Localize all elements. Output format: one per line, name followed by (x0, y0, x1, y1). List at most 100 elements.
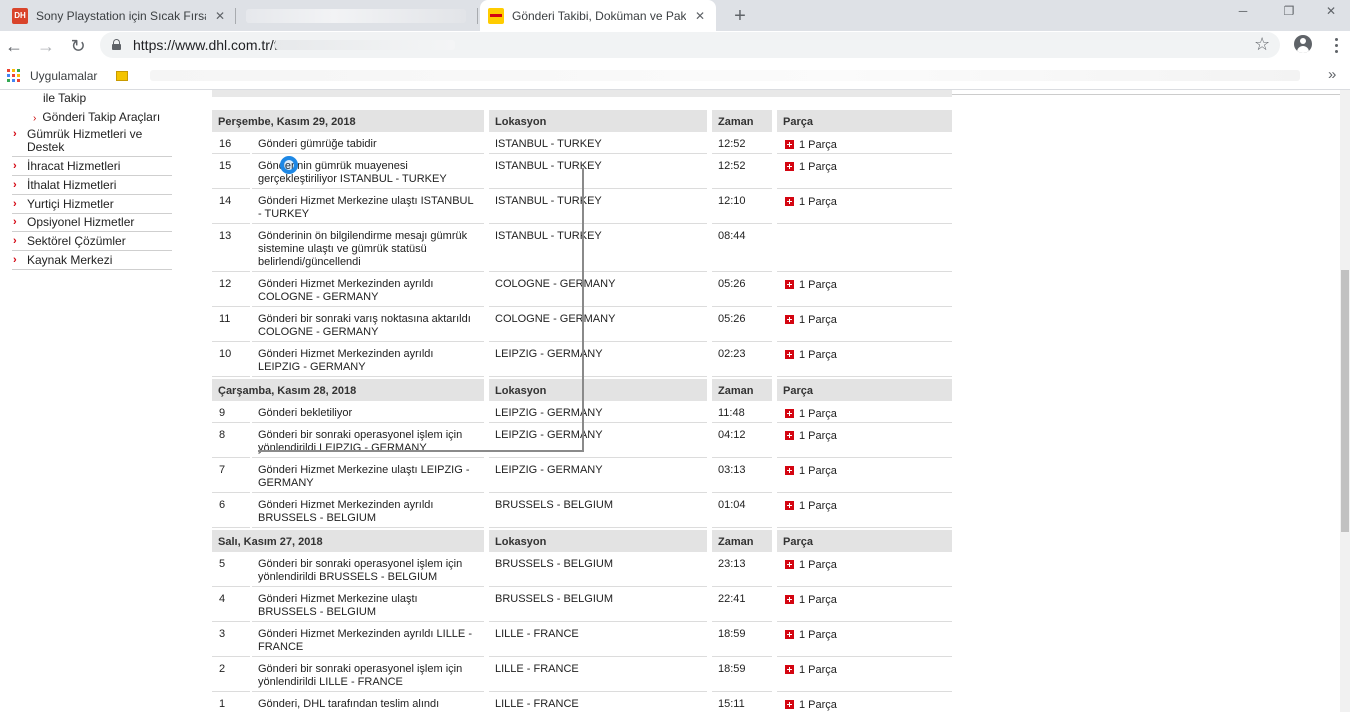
more-bookmarks-icon[interactable]: » (1328, 66, 1336, 83)
tab-dhl-tracking[interactable]: Gönderi Takibi, Doküman ve Paket ✕ (480, 0, 716, 31)
expand-plus-icon[interactable] (785, 466, 794, 475)
pieces-expand-link[interactable]: 1 Parça (785, 629, 837, 641)
page-scrollbar[interactable] (1340, 90, 1350, 712)
expand-plus-icon[interactable] (785, 700, 794, 709)
lock-icon[interactable] (112, 39, 121, 50)
pieces-expand-link[interactable]: 1 Parça (785, 196, 837, 208)
close-tab-icon[interactable]: ✕ (212, 8, 228, 24)
back-icon[interactable]: ← (0, 32, 28, 60)
event-time: 18:59 (712, 624, 772, 657)
minimize-icon[interactable]: ─ (1220, 0, 1266, 22)
pieces-column-header: Parça (777, 110, 952, 132)
sidebar-item-resources[interactable]: › Kaynak Merkezi (12, 252, 172, 270)
pieces-expand-link[interactable]: 1 Parça (785, 161, 837, 173)
pieces-expand-link[interactable]: 1 Parça (785, 500, 837, 512)
event-number: 4 (212, 589, 250, 622)
pieces-label[interactable]: 1 Parça (799, 559, 837, 571)
apps-grid-icon[interactable] (7, 69, 20, 82)
event-description: Gönderi gümrüğe tabidir (252, 134, 484, 154)
pieces-label[interactable]: 1 Parça (799, 139, 837, 151)
event-pieces: 1 Parça (777, 274, 952, 307)
sidebar-item-optional[interactable]: › Opsiyonel Hizmetler (12, 214, 172, 232)
expand-plus-icon[interactable] (785, 280, 794, 289)
event-location: ISTANBUL - TURKEY (489, 191, 707, 224)
sidebar-item-import[interactable]: › İthalat Hizmetleri (12, 177, 172, 195)
pieces-expand-link[interactable]: 1 Parça (785, 408, 837, 420)
new-tab-button[interactable]: + (728, 4, 752, 28)
pieces-expand-link[interactable]: 1 Parça (785, 314, 837, 326)
sidebar-item-sectoral[interactable]: › Sektörel Çözümler (12, 233, 172, 251)
pieces-expand-link[interactable]: 1 Parça (785, 664, 837, 676)
event-number: 14 (212, 191, 250, 224)
pieces-expand-link[interactable]: 1 Parça (785, 465, 837, 477)
pieces-label[interactable]: 1 Parça (799, 408, 837, 420)
expand-plus-icon[interactable] (785, 162, 794, 171)
pieces-expand-link[interactable]: 1 Parça (785, 430, 837, 442)
event-location: COLOGNE - GERMANY (489, 309, 707, 342)
scrollbar-thumb[interactable] (1341, 270, 1349, 532)
divider (952, 94, 1350, 95)
event-pieces: 1 Parça (777, 425, 952, 458)
sidebar-subitem-tracking-tools[interactable]: › Gönderi Takip Araçları (33, 110, 160, 124)
pieces-label[interactable]: 1 Parça (799, 279, 837, 291)
page-content: ile Takip › Gönderi Takip Araçları › Gümr… (0, 90, 1350, 712)
pieces-label[interactable]: 1 Parça (799, 594, 837, 606)
pieces-label[interactable]: 1 Parça (799, 349, 837, 361)
tab-sony-playstation[interactable]: DH Sony Playstation için Sıcak Fırsatla … (4, 0, 236, 31)
event-time: 05:26 (712, 274, 772, 307)
event-number: 5 (212, 554, 250, 587)
expand-plus-icon[interactable] (785, 501, 794, 510)
table-row: 5 Gönderi bir sonraki operasyonel işlem i… (212, 554, 952, 589)
expand-plus-icon[interactable] (785, 140, 794, 149)
pieces-label[interactable]: 1 Parça (799, 314, 837, 326)
bookmark-folder-icon[interactable] (116, 71, 128, 81)
pieces-label[interactable]: 1 Parça (799, 500, 837, 512)
expand-plus-icon[interactable] (785, 315, 794, 324)
expand-plus-icon[interactable] (785, 197, 794, 206)
pieces-label[interactable]: 1 Parça (799, 161, 837, 173)
bookmark-star-icon[interactable]: ☆ (1254, 34, 1270, 55)
sidebar-item-customs[interactable]: › Gümrük Hizmetleri ve Destek (12, 126, 172, 157)
expand-plus-icon[interactable] (785, 431, 794, 440)
pieces-label[interactable]: 1 Parça (799, 465, 837, 477)
redacted-tab-title (246, 8, 466, 23)
sidebar-item-domestic[interactable]: › Yurtiçi Hizmetler (12, 196, 172, 214)
pieces-column-header: Parça (777, 530, 952, 552)
pieces-label[interactable]: 1 Parça (799, 699, 837, 711)
expand-plus-icon[interactable] (785, 350, 794, 359)
close-window-icon[interactable]: ✕ (1312, 0, 1350, 22)
tab-obscured[interactable] (238, 0, 478, 31)
sidebar-subitem-ile-takip[interactable]: ile Takip (43, 91, 86, 105)
time-column-header: Zaman (712, 379, 772, 401)
pieces-label[interactable]: 1 Parça (799, 664, 837, 676)
expand-plus-icon[interactable] (785, 665, 794, 674)
pieces-expand-link[interactable]: 1 Parça (785, 559, 837, 571)
event-pieces: 1 Parça (777, 134, 952, 154)
address-bar[interactable]: https://www.dhl.com.tr/t... ☆ (100, 32, 1280, 58)
pieces-expand-link[interactable]: 1 Parça (785, 699, 837, 711)
event-pieces (777, 226, 952, 272)
maximize-icon[interactable]: ❐ (1266, 0, 1312, 22)
profile-icon[interactable] (1294, 35, 1312, 53)
expand-plus-icon[interactable] (785, 409, 794, 418)
event-time: 15:11 (712, 694, 772, 712)
reload-icon[interactable]: ↻ (64, 32, 92, 60)
pieces-label[interactable]: 1 Parça (799, 430, 837, 442)
event-time: 05:26 (712, 309, 772, 342)
expand-plus-icon[interactable] (785, 595, 794, 604)
pieces-expand-link[interactable]: 1 Parça (785, 349, 837, 361)
pieces-label[interactable]: 1 Parça (799, 196, 837, 208)
pieces-expand-link[interactable]: 1 Parça (785, 279, 837, 291)
pieces-expand-link[interactable]: 1 Parça (785, 594, 837, 606)
forward-icon[interactable]: → (32, 32, 60, 60)
sidebar-item-export[interactable]: › İhracat Hizmetleri (12, 158, 172, 176)
expand-plus-icon[interactable] (785, 560, 794, 569)
more-menu-icon[interactable] (1330, 33, 1342, 57)
apps-bookmark-label[interactable]: Uygulamalar (30, 69, 97, 83)
pieces-label[interactable]: 1 Parça (799, 629, 837, 641)
event-pieces: 1 Parça (777, 495, 952, 528)
pieces-expand-link[interactable]: 1 Parça (785, 139, 837, 151)
expand-plus-icon[interactable] (785, 630, 794, 639)
close-tab-icon[interactable]: ✕ (692, 8, 708, 24)
location-column-header: Lokasyon (489, 530, 707, 552)
